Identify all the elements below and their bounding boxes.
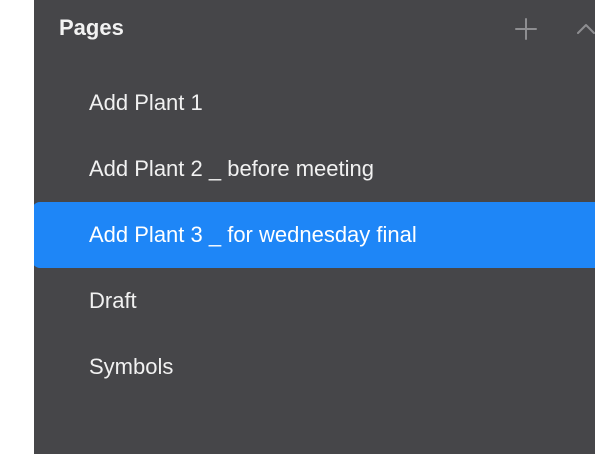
add-page-button[interactable] [512,15,540,43]
page-item-label: Add Plant 3 _ for wednesday final [89,222,417,247]
page-item-label: Symbols [89,354,174,379]
page-item-add-plant-2[interactable]: Add Plant 2 _ before meeting [34,136,595,202]
plus-icon [515,18,537,40]
page-item-add-plant-3-selected[interactable]: Add Plant 3 _ for wednesday final [34,202,595,268]
pages-title: Pages [59,15,124,40]
pages-panel: Pages Add Plant 1 Add Plant 2 _ before m… [34,0,595,454]
collapse-pages-button[interactable] [572,15,595,43]
page-item-symbols[interactable]: Symbols [34,334,595,400]
page-item-label: Add Plant 1 [89,90,203,115]
page-item-label: Draft [89,288,137,313]
chevron-up-icon [577,24,595,34]
page-item-add-plant-1[interactable]: Add Plant 1 [34,70,595,136]
pages-list: Add Plant 1 Add Plant 2 _ before meeting… [34,70,595,400]
pages-header: Pages [34,0,595,56]
page-item-label: Add Plant 2 _ before meeting [89,156,374,181]
page-item-draft[interactable]: Draft [34,268,595,334]
